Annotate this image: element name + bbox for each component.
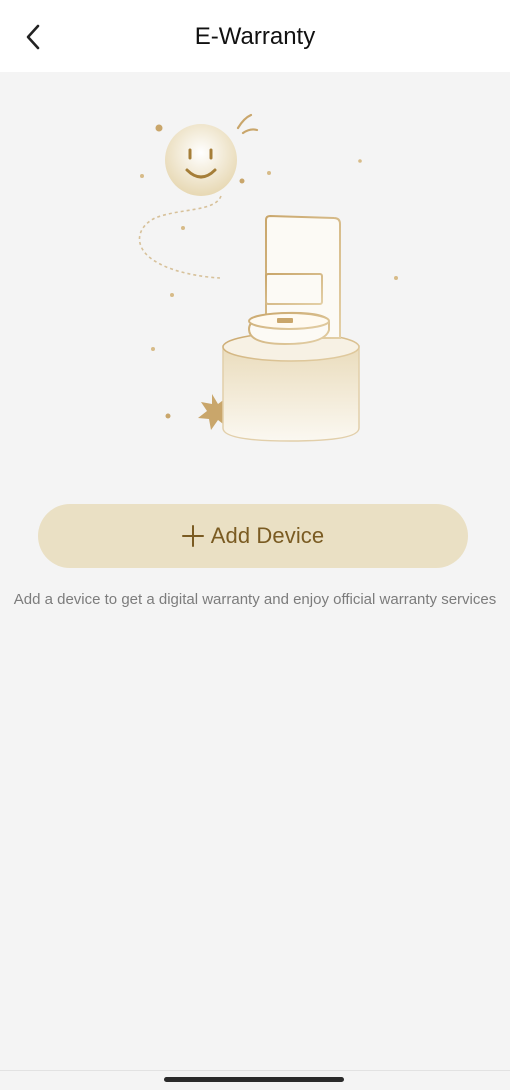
page-title: E-Warranty	[194, 23, 316, 50]
device-illustration	[120, 100, 410, 460]
plus-icon	[181, 525, 204, 547]
home-indicator[interactable]	[164, 1077, 344, 1082]
back-button[interactable]	[14, 18, 52, 56]
chevron-left-icon	[26, 24, 40, 50]
sparkle-dot	[155, 124, 163, 132]
smiley-sun	[165, 124, 237, 196]
docking-station	[247, 214, 341, 346]
top-bar: E-Warranty	[0, 0, 510, 72]
add-device-label: Add Device	[210, 523, 325, 548]
add-device-button[interactable]: Add Device	[38, 504, 468, 568]
bottom-divider	[0, 1070, 510, 1071]
warranty-description: Add a device to get a digital warranty a…	[13, 591, 497, 608]
pedestal	[222, 332, 360, 442]
